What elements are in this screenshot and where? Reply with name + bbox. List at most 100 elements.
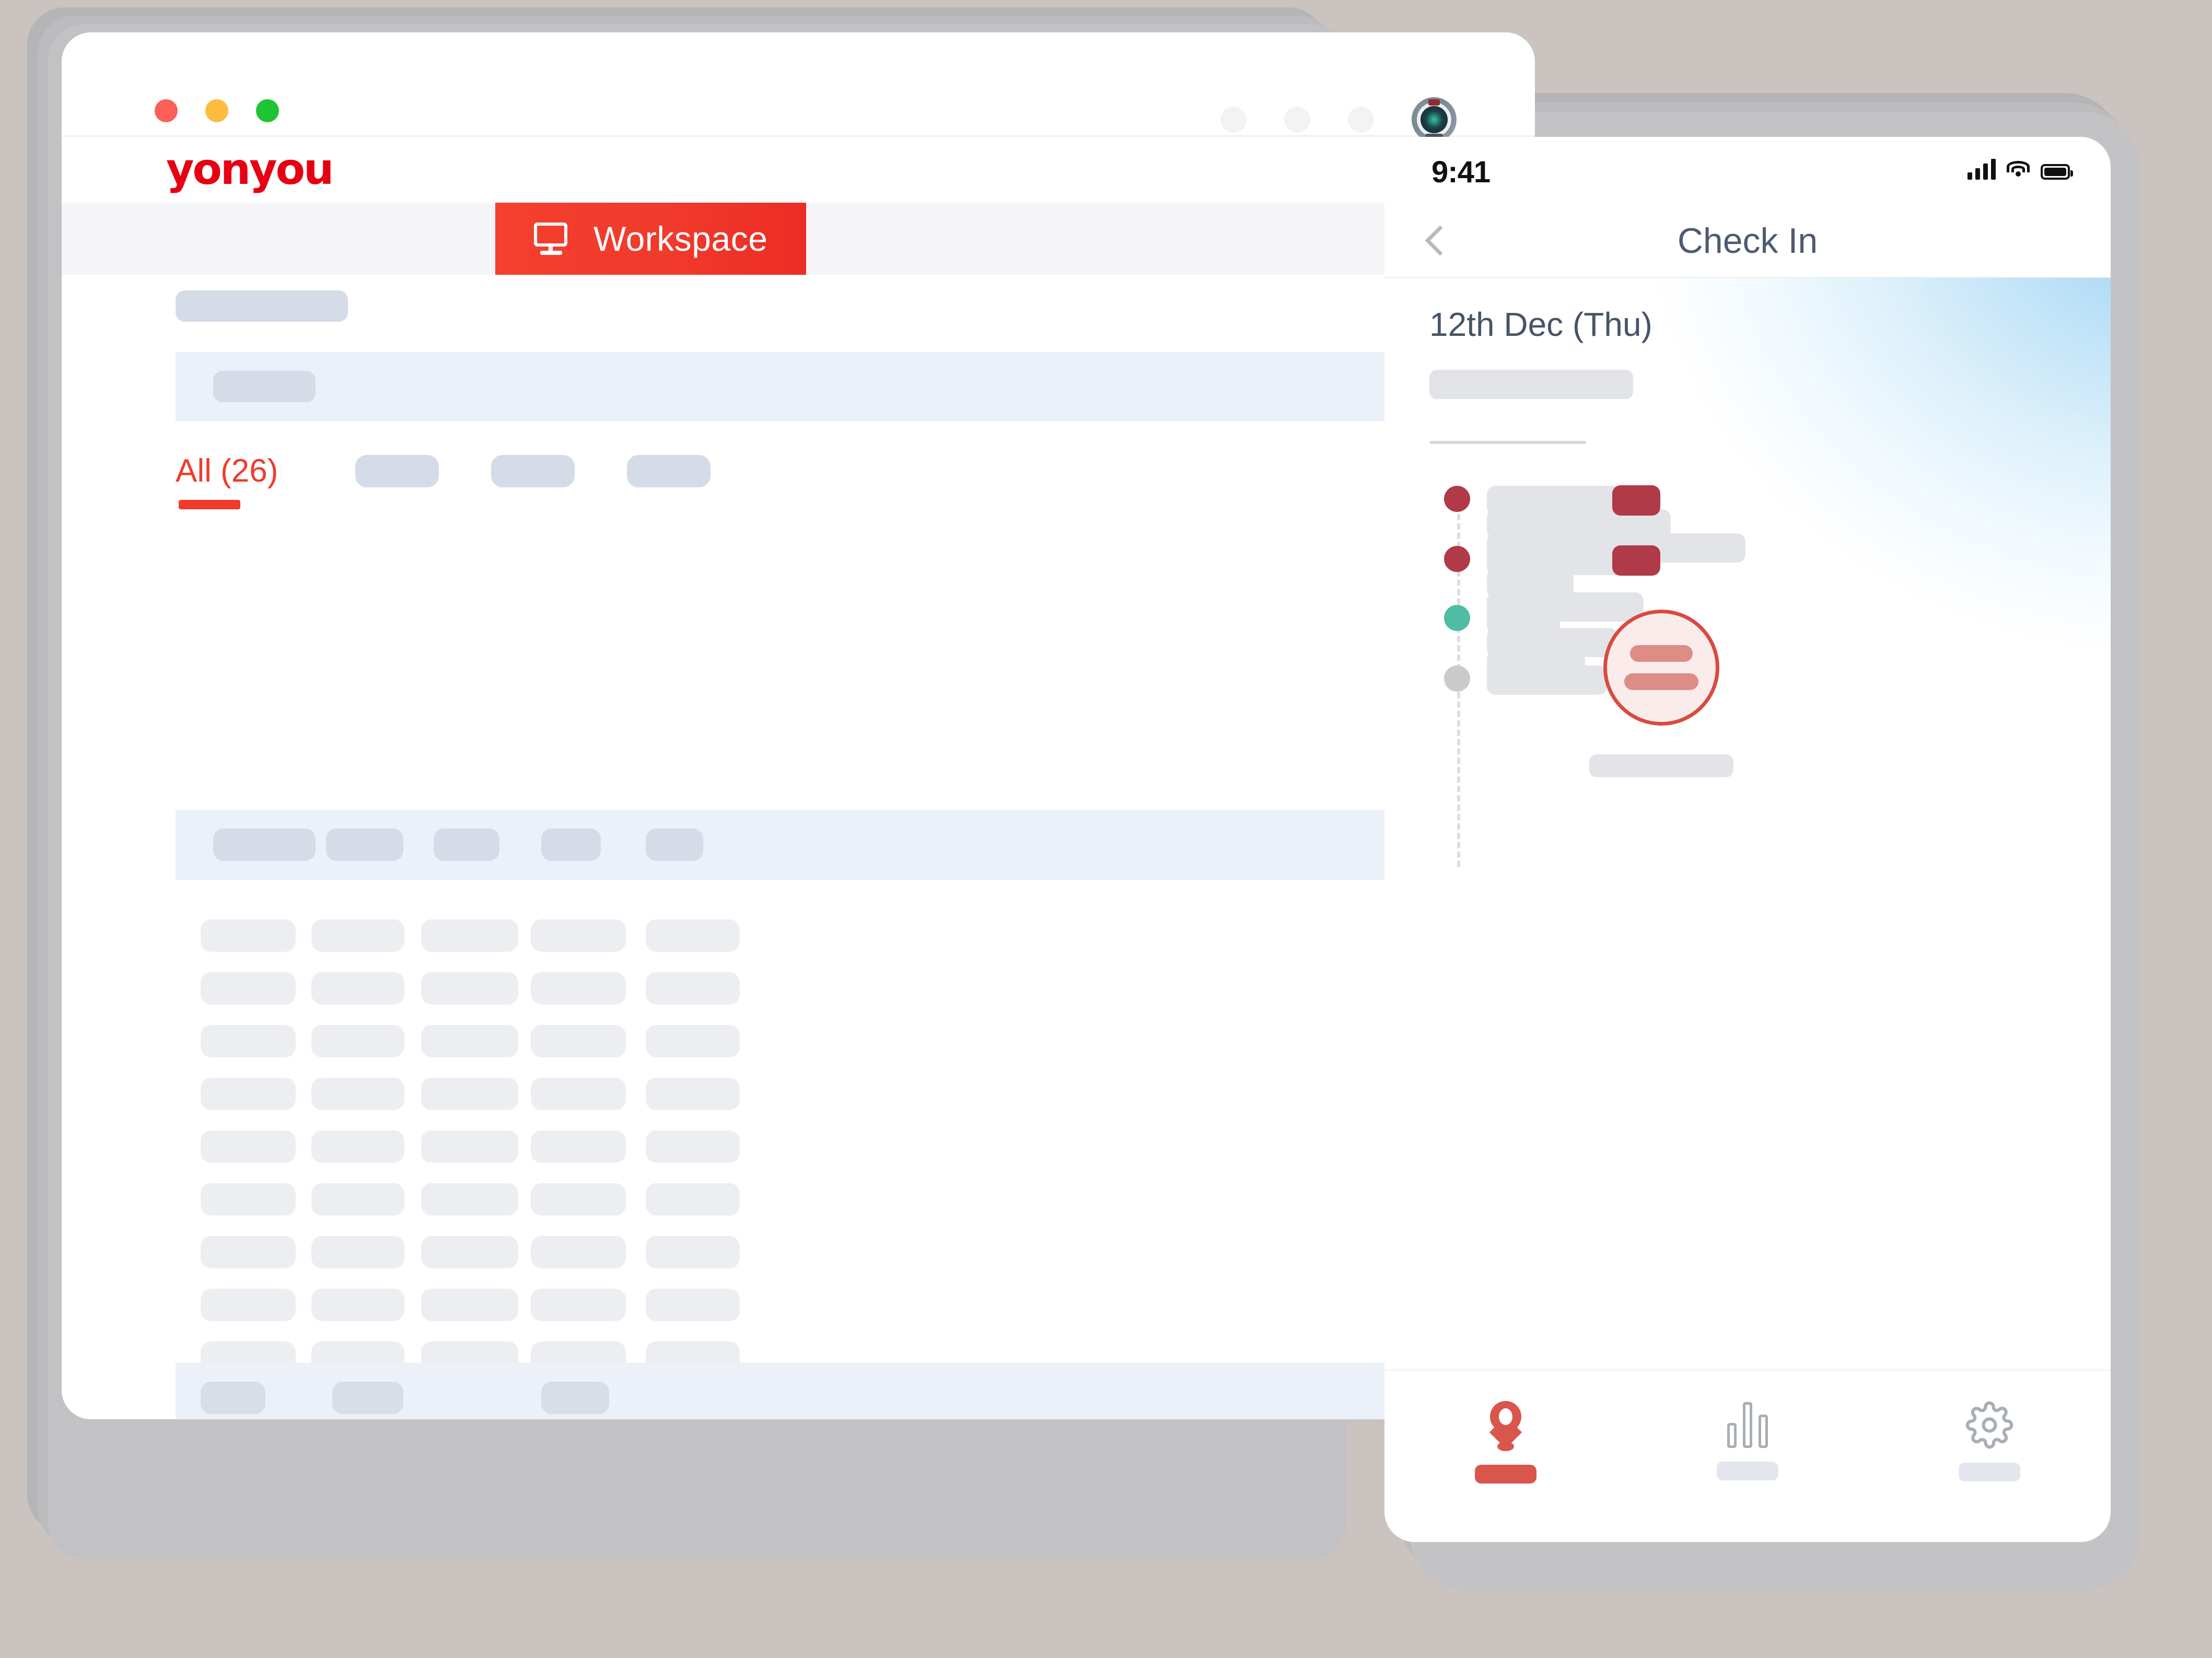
table-header-row [176, 810, 1492, 880]
tab-settings[interactable] [1869, 1371, 2111, 1521]
screenshot-stage: yonyou Workspace All (26) 9:41 Check In … [0, 0, 2212, 1658]
table-cell [311, 972, 404, 1005]
table-cell [646, 1183, 740, 1216]
main-nav-strip: Workspace [62, 203, 1535, 275]
table-row[interactable] [176, 919, 1492, 952]
titlebar-right-controls [1220, 97, 1457, 142]
toolbar-placeholder[interactable] [176, 290, 348, 322]
tab-placeholder[interactable] [627, 454, 711, 487]
table-row[interactable] [176, 1130, 1492, 1163]
table-cell [646, 1130, 740, 1163]
table-cell [421, 1130, 518, 1163]
table-cell [646, 972, 740, 1005]
table-row[interactable] [176, 1289, 1492, 1321]
tab-placeholder[interactable] [355, 454, 439, 487]
table-row[interactable] [176, 1183, 1492, 1216]
location-pin-icon [1485, 1401, 1526, 1451]
window-titlebar [62, 32, 1535, 142]
table-cell [201, 919, 296, 952]
table-cell [421, 1025, 518, 1057]
table-cell [201, 1289, 296, 1321]
table-column-header[interactable] [646, 828, 703, 861]
avatar-top-nub [1428, 99, 1440, 106]
table-row[interactable] [176, 1236, 1492, 1268]
table-cell [646, 1236, 740, 1268]
table-cell [201, 1078, 296, 1110]
timeline-status-dot [1444, 605, 1470, 631]
tab-placeholder[interactable] [491, 454, 575, 487]
checkin-timeline [1384, 278, 2111, 1370]
filter-placeholder-pill[interactable] [213, 371, 316, 402]
table-row[interactable] [176, 1078, 1492, 1110]
table-cell [201, 1025, 296, 1057]
titlebar-placeholder-icon[interactable] [1348, 107, 1374, 133]
avatar-lens [1421, 106, 1448, 133]
table-cell [311, 1078, 404, 1110]
table-footer-row [176, 1363, 1492, 1419]
table-column-header[interactable] [434, 828, 499, 861]
table-cell [531, 919, 626, 952]
check-in-button[interactable] [1603, 610, 1719, 726]
tab-settings-label [1959, 1463, 2021, 1481]
close-button[interactable] [155, 99, 178, 122]
tab-location-label [1474, 1465, 1536, 1484]
table-row[interactable] [176, 1025, 1492, 1057]
table-cell [311, 919, 404, 952]
table-cell [646, 1025, 740, 1057]
table-cell [311, 1183, 404, 1216]
tab-statistics[interactable] [1626, 1371, 1868, 1521]
table-cell [421, 1078, 518, 1110]
tab-all-active-underline [179, 500, 240, 509]
table-cell [531, 1025, 626, 1057]
timeline-status-dot [1444, 486, 1470, 512]
timeline-status-badge [1612, 485, 1660, 516]
table-column-header[interactable] [326, 828, 403, 861]
table-cell [421, 1183, 518, 1216]
minimize-button[interactable] [205, 99, 228, 122]
table-column-header[interactable] [213, 828, 316, 861]
table-cell [531, 1236, 626, 1268]
table-cell [531, 1130, 626, 1163]
titlebar-placeholder-icon[interactable] [1284, 107, 1310, 133]
yonyou-logo[interactable]: yonyou [166, 148, 334, 191]
battery-icon [2041, 164, 2073, 180]
table-column-header[interactable] [541, 828, 601, 861]
table-cell [646, 1289, 740, 1321]
tab-statistics-label [1716, 1462, 1778, 1480]
camera-avatar-icon[interactable] [1412, 97, 1457, 142]
titlebar-placeholder-icon[interactable] [1220, 107, 1247, 133]
status-bar-time: 9:41 [1431, 155, 1491, 189]
table-cell [421, 972, 518, 1005]
table-cell [531, 1289, 626, 1321]
wifi-icon [2006, 160, 2030, 180]
desktop-app-window: yonyou Workspace All (26) [62, 32, 1535, 1419]
workspace-content: All (26) [62, 275, 1535, 1419]
table-cell [311, 1289, 404, 1321]
monitor-icon [534, 223, 569, 255]
tab-all-label: All (26) [176, 453, 278, 489]
table-cell [531, 1183, 626, 1216]
brand-bar: yonyou [62, 137, 1535, 203]
table-cell [531, 1078, 626, 1110]
check-in-caption-placeholder [1589, 754, 1733, 777]
status-bar-icons [1967, 158, 2073, 180]
phone-status-bar: 9:41 [1384, 137, 2111, 205]
timeline-status-dot [1444, 546, 1470, 572]
maximize-button[interactable] [256, 99, 279, 122]
filter-bar [176, 352, 1492, 421]
tab-all[interactable]: All (26) [176, 452, 278, 509]
tab-workspace[interactable]: Workspace [495, 203, 807, 275]
timeline-status-dot [1444, 665, 1470, 692]
timeline-status-badge [1612, 545, 1660, 576]
mobile-app-window: 9:41 Check In 12th Dec (Thu) [1384, 137, 2111, 1542]
phone-nav-header: Check In [1384, 205, 2111, 278]
bar-chart-icon [1726, 1401, 1769, 1448]
table-cell [201, 1183, 296, 1216]
traffic-light-controls [155, 99, 279, 122]
table-cell [421, 1236, 518, 1268]
table-footer-cell [332, 1382, 403, 1414]
tab-location[interactable] [1384, 1371, 1626, 1521]
cellular-signal-icon [1967, 158, 1996, 180]
table-row[interactable] [176, 972, 1492, 1005]
table-cell [531, 972, 626, 1005]
